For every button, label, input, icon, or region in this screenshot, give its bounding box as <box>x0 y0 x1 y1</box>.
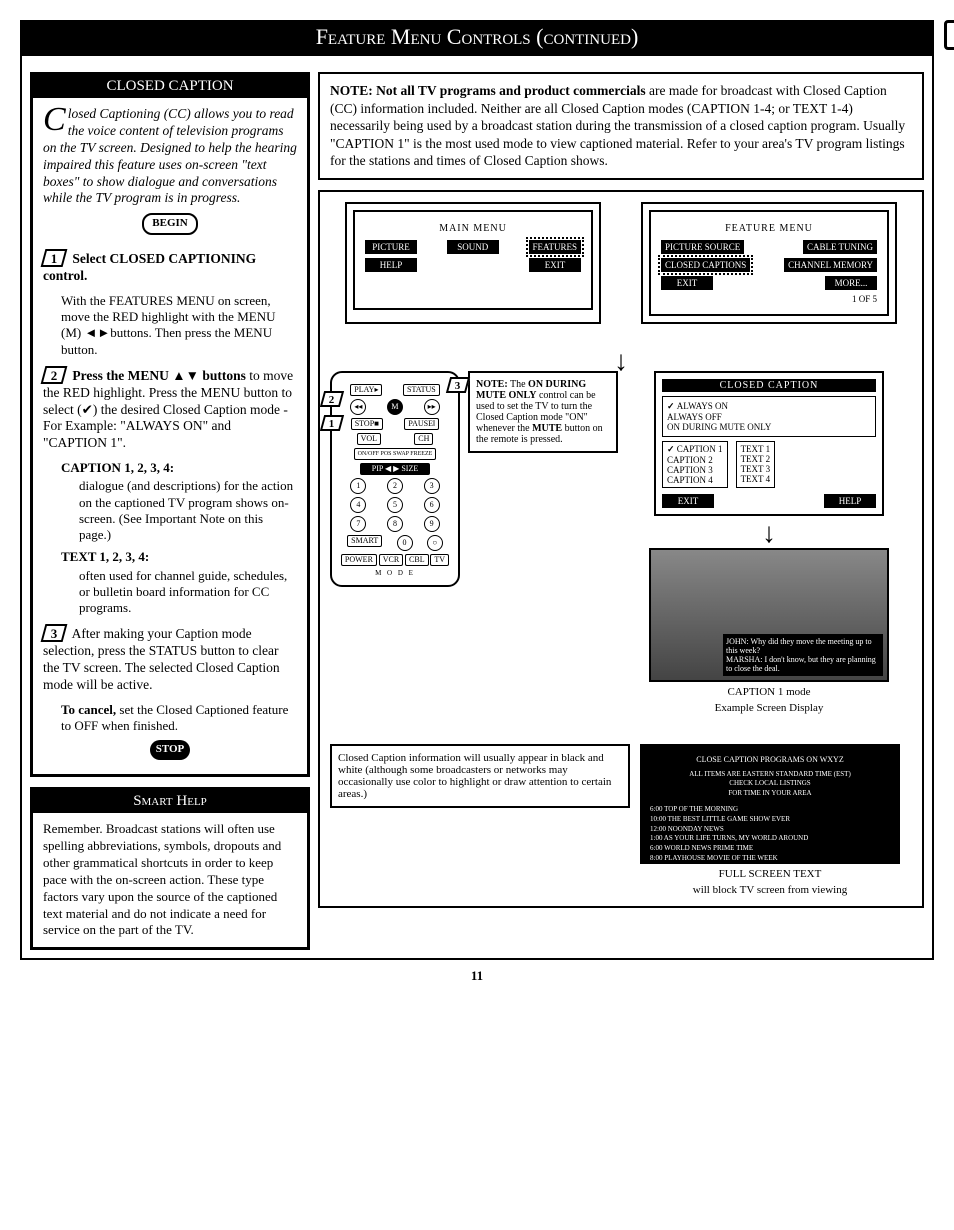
step-number-2: 2 <box>41 366 68 384</box>
caption-modes-head: CAPTION 1, 2, 3, 4: <box>61 460 297 476</box>
cc-caption-list: CAPTION 1 CAPTION 2 CAPTION 3 CAPTION 4 <box>662 441 728 488</box>
page-frame: CLOSED CAPTION Closed Captioning (CC) al… <box>20 54 934 960</box>
feature-menu-label: FEATURE MENU <box>725 223 813 234</box>
page-title: Feature Menu Controls (continued) <box>20 20 934 54</box>
full-screen-text-example: CLOSE CAPTION PROGRAMS ON WXYZ ALL ITEMS… <box>640 744 900 896</box>
menu-btn-help: HELP <box>365 258 417 272</box>
caption-modes-body: dialogue (and descriptions) for the acti… <box>79 478 297 543</box>
text-modes-body: often used for channel guide, schedules,… <box>79 568 297 617</box>
page-number: 11 <box>20 968 934 984</box>
remote-control: 2 3 1 PLAY▸STATUS ◂◂M▸▸ STOP■PAUSE‖ VOLC… <box>330 371 460 587</box>
step-2: 2 Press the MENU ▲▼ buttons to move the … <box>43 366 297 452</box>
main-menu-tv: MAIN MENU PICTURE SOUND FEATURES HELP EX… <box>345 202 601 324</box>
cc-submenu-title: CLOSED CAPTION <box>662 379 876 392</box>
note-box: NOTE: Not all TV programs and product co… <box>318 72 924 180</box>
closed-caption-panel: CLOSED CAPTION Closed Captioning (CC) al… <box>30 72 310 777</box>
callout-3: 3 <box>446 377 470 393</box>
closed-caption-title: CLOSED CAPTION <box>33 75 307 98</box>
menu-btn-exit: EXIT <box>529 258 581 272</box>
full-screen-label-2: will block TV screen from viewing <box>640 884 900 896</box>
cc-help-btn: HELP <box>824 494 876 508</box>
cc-text-list: TEXT 1 TEXT 2 TEXT 3 TEXT 4 <box>736 441 776 488</box>
scene-label-2: Example Screen Display <box>626 702 912 714</box>
cc-color-note: Closed Caption information will usually … <box>330 744 630 808</box>
main-menu-label: MAIN MENU <box>439 223 507 234</box>
full-screen-label-1: FULL SCREEN TEXT <box>640 868 900 880</box>
cc-exit-btn: EXIT <box>662 494 714 508</box>
fm-btn-exit: EXIT <box>661 276 713 290</box>
smart-help-panel: Smart Help Remember. Broadcast stations … <box>30 787 310 950</box>
step-3: 3 After making your Caption mode selecti… <box>43 624 297 694</box>
fm-btn-closed-captions: CLOSED CAPTIONS <box>661 258 750 272</box>
fm-btn-channel-memory: CHANNEL MEMORY <box>784 258 877 272</box>
menu-btn-picture: PICTURE <box>365 240 417 254</box>
cc-submenu: CLOSED CAPTION ALWAYS ON ALWAYS OFF ON D… <box>654 371 884 516</box>
menu-btn-sound: SOUND <box>447 240 499 254</box>
scene-caption-text: JOHN: Why did they move the meeting up t… <box>723 634 883 676</box>
fm-btn-picture-source: PICTURE SOURCE <box>661 240 744 254</box>
text-modes-head: TEXT 1, 2, 3, 4: <box>61 549 297 565</box>
fm-btn-cable-tuning: CABLE TUNING <box>803 240 877 254</box>
step-number-1: 1 <box>41 249 68 267</box>
smart-help-body: Remember. Broadcast stations will often … <box>33 813 307 947</box>
step-1: 1 Select CLOSED CAPTIONING control. <box>43 249 297 285</box>
example-scene: JOHN: Why did they move the meeting up t… <box>649 548 889 682</box>
page-tab-icon <box>944 20 954 50</box>
step-number-3: 3 <box>41 624 68 642</box>
menu-btn-features: FEATURES <box>529 240 582 254</box>
feature-menu-tv: FEATURE MENU PICTURE SOURCE CABLE TUNING… <box>641 202 897 324</box>
smart-help-title: Smart Help <box>33 790 307 813</box>
cc-intro-text: Closed Captioning (CC) allows you to rea… <box>43 106 297 207</box>
fm-btn-more: MORE... <box>825 276 877 290</box>
cc-always-options: ALWAYS ON ALWAYS OFF ON DURING MUTE ONLY <box>662 396 876 437</box>
callout-1: 1 <box>320 415 344 431</box>
callout-2: 2 <box>320 391 344 407</box>
feature-menu-pager: 1 OF 5 <box>661 294 877 304</box>
diagram-area: MAIN MENU PICTURE SOUND FEATURES HELP EX… <box>318 190 924 909</box>
step-1-body: With the FEATURES MENU on screen, move t… <box>61 293 297 358</box>
arrow-down-icon: ↓ <box>330 354 912 371</box>
begin-pill: BEGIN <box>142 213 197 235</box>
arrow-down-icon-2: ↓ <box>626 526 912 543</box>
cancel-text: To cancel, To cancel, set the Closed Cap… <box>61 702 297 735</box>
stop-pill: STOP <box>150 740 190 760</box>
scene-label-1: CAPTION 1 mode <box>626 686 912 698</box>
mute-note: NOTE: NOTE: The ON DURING MUTE ONLY cont… <box>468 371 618 453</box>
